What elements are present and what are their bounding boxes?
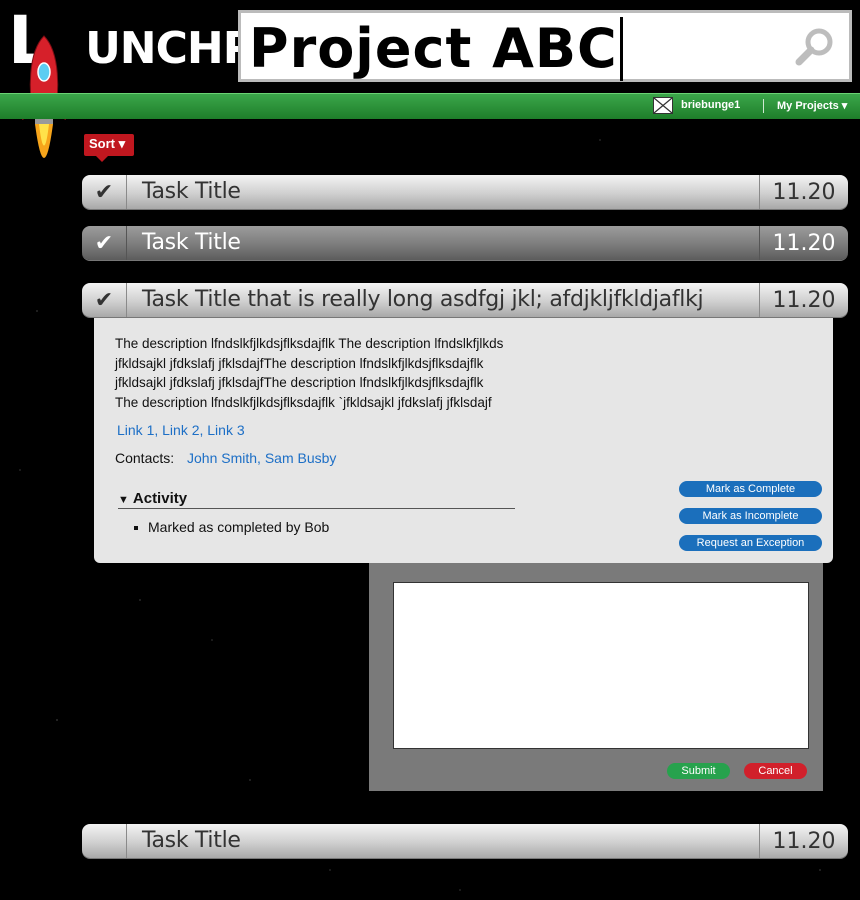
task-date: 11.20 [759, 824, 848, 858]
check-slot[interactable] [82, 824, 127, 858]
task-description: The description lfndslkfjlkdsjflksdajflk… [115, 334, 595, 412]
activity-toggle[interactable]: ▼ Activity [118, 490, 515, 509]
mark-incomplete-button[interactable]: Mark as Incomplete [679, 508, 822, 524]
exception-textarea[interactable] [393, 582, 809, 749]
description-line: The description lfndslkfjlkdsjflksdajflk… [115, 394, 492, 410]
contacts-links[interactable]: John Smith, Sam Busby [187, 450, 336, 466]
submit-button[interactable]: Submit [667, 763, 730, 779]
task-title: Task Title [142, 828, 241, 853]
project-search-box[interactable]: Project ABC [238, 10, 852, 82]
exception-request-panel: Submit Cancel [369, 563, 823, 791]
mark-complete-button[interactable]: Mark as Complete [679, 481, 822, 497]
task-title: Task Title [142, 230, 241, 255]
task-row[interactable]: Task Title 11.20 [82, 824, 848, 858]
task-date: 11.20 [759, 175, 848, 209]
task-detail-panel: The description lfndslkfjlkdsjflksdajflk… [94, 318, 833, 563]
cancel-button[interactable]: Cancel [744, 763, 807, 779]
task-date: 11.20 [759, 226, 848, 260]
mail-icon[interactable] [653, 97, 673, 114]
task-row-expanded[interactable]: ✔ Task Title that is really long asdfgj … [82, 283, 848, 317]
task-links[interactable]: Link 1, Link 2, Link 3 [117, 422, 245, 438]
sort-button[interactable]: Sort ▾ [84, 134, 134, 162]
task-row[interactable]: ✔ Task Title 11.20 [82, 175, 848, 209]
nav-divider [763, 99, 764, 113]
activity-text: Marked as completed by Bob [148, 519, 330, 535]
search-input[interactable]: Project ABC [249, 17, 623, 81]
check-icon[interactable]: ✔ [82, 226, 127, 260]
request-exception-button[interactable]: Request an Exception [679, 535, 822, 551]
triangle-down-icon: ▼ [118, 494, 129, 506]
task-row[interactable]: ✔ Task Title 11.20 [82, 226, 848, 260]
task-title: Task Title [142, 179, 241, 204]
task-date: 11.20 [759, 283, 848, 317]
contacts-label: Contacts: [115, 450, 175, 466]
search-icon[interactable] [795, 27, 835, 67]
my-projects-menu[interactable]: My Projects ▾ [777, 99, 847, 112]
task-title: Task Title that is really long asdfgj jk… [142, 287, 704, 312]
description-line: jfkldsajkl jfdkslafj jfklsdajfThe descri… [115, 375, 484, 390]
activity-title: Activity [132, 490, 188, 507]
user-bar: briebunge1 My Projects ▾ [0, 93, 860, 119]
description-line: jfkldsajkl jfdkslafj jfklsdajfThe descri… [115, 355, 484, 371]
check-icon[interactable]: ✔ [82, 175, 127, 209]
username-link[interactable]: briebunge1 [681, 99, 740, 111]
activity-item: Marked as completed by Bob [134, 519, 329, 535]
bullet-icon [134, 526, 138, 531]
check-icon[interactable]: ✔ [82, 283, 127, 317]
description-line: The description lfndslkfjlkdsjflksdajflk… [115, 336, 504, 351]
